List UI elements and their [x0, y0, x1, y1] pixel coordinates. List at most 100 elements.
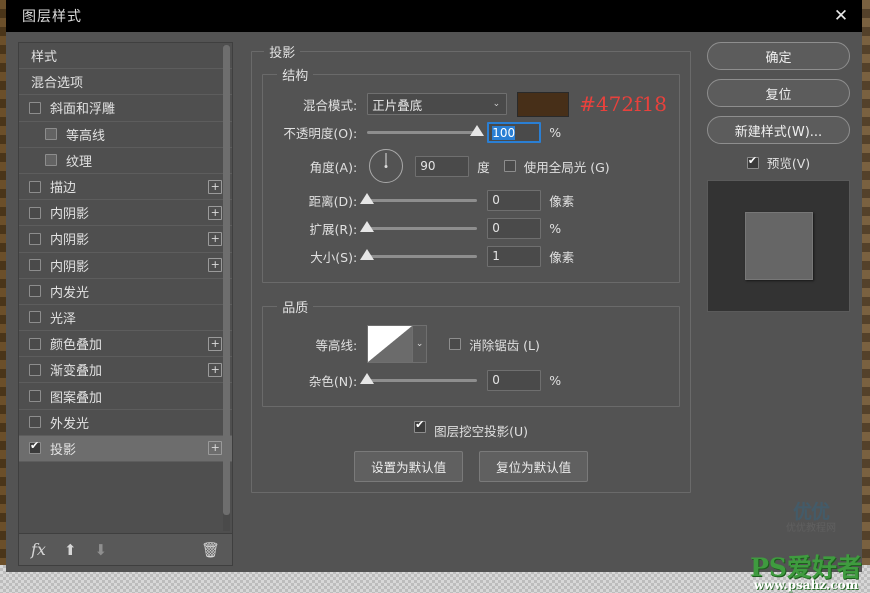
- style-enable-checkbox[interactable]: [29, 363, 41, 376]
- style-list-item[interactable]: 内阴影 +: [19, 226, 233, 253]
- reset-default-button[interactable]: 复位为默认值: [479, 451, 589, 482]
- style-list-scrollbar-thumb[interactable]: [223, 45, 231, 515]
- style-enable-checkbox[interactable]: [29, 439, 41, 455]
- spread-slider[interactable]: [360, 218, 478, 238]
- style-enable-checkbox[interactable]: [29, 259, 41, 272]
- antialias-checkbox[interactable]: [449, 338, 462, 350]
- dialog-titlebar: 图层样式 ✕: [6, 0, 862, 32]
- style-list-item[interactable]: 斜面和浮雕: [19, 95, 233, 122]
- distance-input[interactable]: 0: [487, 189, 542, 211]
- add-effect-plus-icon[interactable]: +: [208, 205, 223, 220]
- add-effect-plus-icon[interactable]: +: [208, 231, 223, 246]
- style-enable-checkbox[interactable]: [29, 285, 41, 298]
- distance-label: 距离(D):: [308, 193, 358, 209]
- angle-dial[interactable]: [369, 149, 404, 183]
- noise-slider-knob[interactable]: [360, 373, 375, 384]
- add-effect-plus-icon[interactable]: +: [208, 258, 223, 273]
- opacity-input[interactable]: 100: [487, 121, 542, 143]
- style-list-item-label: 内阴影: [50, 259, 90, 275]
- opacity-row: 不透明度(O): 100 %: [275, 118, 667, 146]
- default-buttons: 设置为默认值 复位为默认值: [262, 451, 680, 482]
- size-input[interactable]: 1: [487, 245, 542, 267]
- new-style-button[interactable]: 新建样式(W)...: [707, 116, 850, 144]
- backdrop-right-strip: [862, 0, 870, 593]
- shadow-color-swatch[interactable]: [517, 91, 570, 117]
- knockout-row[interactable]: 图层挖空投影(U): [262, 418, 680, 440]
- blend-mode-select[interactable]: 正片叠底 ⌄: [367, 93, 508, 115]
- style-enable-checkbox[interactable]: [45, 154, 57, 167]
- preview-checkbox[interactable]: [746, 154, 759, 169]
- style-list-item[interactable]: 内阴影 +: [19, 200, 233, 227]
- arrow-up-icon[interactable]: ⬆: [64, 541, 77, 559]
- style-enable-checkbox[interactable]: [29, 416, 41, 429]
- spread-slider-knob[interactable]: [360, 221, 375, 232]
- style-list-item[interactable]: 外发光: [19, 409, 233, 436]
- antialias-label: 消除锯齿 (L): [469, 337, 540, 353]
- style-preview-thumbnail: [707, 180, 850, 312]
- style-list-item[interactable]: 投影 +: [19, 435, 233, 462]
- style-list-item[interactable]: 纹理: [19, 147, 233, 174]
- distance-slider-knob[interactable]: [360, 193, 375, 204]
- preview-toggle-row[interactable]: 预览(V): [707, 153, 850, 172]
- style-list-item[interactable]: 渐变叠加 +: [19, 357, 233, 384]
- add-effect-plus-icon[interactable]: +: [208, 336, 223, 351]
- noise-slider-track: [367, 378, 478, 382]
- reset-button[interactable]: 复位: [707, 79, 850, 107]
- global-light-checkbox[interactable]: [503, 160, 516, 172]
- style-list-item[interactable]: 颜色叠加 +: [19, 331, 233, 358]
- set-default-button[interactable]: 设置为默认值: [354, 451, 464, 482]
- opacity-value: 100: [492, 125, 516, 140]
- antialias-row[interactable]: 消除锯齿 (L): [449, 335, 540, 354]
- angle-label: 角度(A):: [309, 159, 358, 175]
- style-list-item[interactable]: 内阴影 +: [19, 252, 233, 279]
- style-enable-checkbox[interactable]: [45, 128, 57, 141]
- style-enable-checkbox[interactable]: [29, 206, 41, 219]
- structure-group: 结构 混合模式: 正片叠底 ⌄ #472f18 不透明度(O): 100 % 角…: [262, 65, 680, 283]
- style-enable-checkbox[interactable]: [29, 232, 41, 245]
- style-enable-checkbox[interactable]: [29, 337, 41, 350]
- opacity-slider-knob[interactable]: [470, 125, 485, 136]
- angle-input[interactable]: 90: [415, 155, 470, 177]
- knockout-checkbox[interactable]: [414, 418, 427, 433]
- style-list-item[interactable]: 图案叠加: [19, 383, 233, 410]
- style-list-item[interactable]: 描边 +: [19, 173, 233, 201]
- global-light-row[interactable]: 使用全局光 (G): [503, 157, 610, 176]
- add-effect-plus-icon[interactable]: +: [208, 362, 223, 377]
- style-enable-checkbox[interactable]: [29, 311, 41, 324]
- contour-label: 等高线:: [315, 337, 358, 353]
- blend-mode-label: 混合模式:: [302, 97, 358, 113]
- size-slider-track: [367, 254, 478, 258]
- quality-group: 品质 等高线: ⌄ 消除锯齿 (L) 杂色(N): 0 %: [262, 297, 680, 407]
- close-icon[interactable]: ✕: [824, 1, 858, 31]
- style-enable-checkbox[interactable]: [29, 101, 41, 114]
- size-slider-knob[interactable]: [360, 249, 375, 260]
- add-effect-plus-icon[interactable]: +: [208, 441, 223, 456]
- contour-chevron-down-icon[interactable]: ⌄: [413, 325, 428, 363]
- spread-input[interactable]: 0: [487, 217, 542, 239]
- style-list-item[interactable]: 光泽: [19, 304, 233, 332]
- size-unit: 像素: [549, 249, 575, 265]
- style-list-item-label: 内阴影: [50, 207, 90, 223]
- add-effect-plus-icon[interactable]: +: [208, 179, 223, 194]
- style-list-item[interactable]: 等高线: [19, 121, 233, 148]
- distance-row: 距离(D): 0 像素: [275, 186, 667, 214]
- spread-row: 扩展(R): 0 %: [275, 214, 667, 242]
- style-list-item[interactable]: 混合选项: [19, 69, 233, 96]
- style-list-item[interactable]: 样式: [19, 43, 233, 70]
- trash-icon[interactable]: 🗑: [201, 541, 220, 559]
- style-enable-checkbox[interactable]: [29, 390, 41, 403]
- arrow-down-icon[interactable]: ⬇: [95, 541, 108, 559]
- style-enable-checkbox[interactable]: [29, 180, 41, 193]
- noise-input[interactable]: 0: [487, 369, 542, 391]
- distance-slider[interactable]: [360, 190, 478, 210]
- style-list-item-label: 光泽: [50, 311, 77, 327]
- fx-icon[interactable]: fx: [31, 540, 46, 559]
- noise-slider[interactable]: [360, 370, 478, 390]
- style-list-item[interactable]: 内发光: [19, 278, 233, 305]
- size-slider[interactable]: [360, 246, 478, 266]
- drop-shadow-title: 投影: [269, 46, 296, 61]
- ok-button[interactable]: 确定: [707, 42, 850, 70]
- contour-preview[interactable]: [367, 325, 414, 363]
- opacity-slider[interactable]: [367, 122, 485, 142]
- style-list-item-label: 混合选项: [31, 76, 84, 92]
